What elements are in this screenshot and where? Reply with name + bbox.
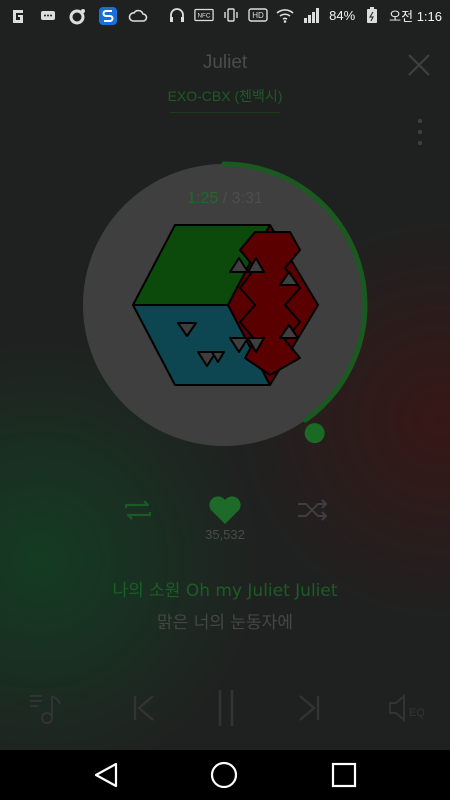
skip-next-icon	[299, 695, 320, 721]
back-button[interactable]	[86, 759, 126, 791]
playlist-icon	[30, 695, 61, 724]
recent-apps-icon	[331, 762, 357, 788]
navigation-bar	[0, 750, 450, 800]
playback-time: 1:25 / 3:31	[0, 190, 450, 208]
svg-text:EQ: EQ	[409, 707, 425, 719]
shuffle-button[interactable]	[292, 496, 332, 524]
home-button[interactable]	[204, 759, 244, 791]
playlist-button[interactable]	[24, 686, 68, 730]
progress-ring	[132, 161, 368, 444]
pause-button[interactable]	[204, 686, 248, 730]
repeat-icon	[124, 500, 152, 520]
heart-icon	[209, 496, 241, 524]
seek-thumb	[304, 423, 325, 444]
shuffle-icon	[298, 499, 328, 521]
album-cube-artwork	[132, 224, 319, 386]
next-button[interactable]	[288, 686, 332, 730]
home-icon	[210, 761, 238, 789]
eq-speaker-icon: EQ	[389, 693, 425, 723]
recent-apps-button[interactable]	[324, 759, 364, 791]
time-separator: /	[222, 190, 228, 207]
equalizer-button[interactable]: EQ	[386, 686, 430, 730]
repeat-button[interactable]	[118, 496, 158, 524]
previous-button[interactable]	[121, 686, 165, 730]
total-time: 3:31	[231, 190, 263, 207]
current-time: 1:25	[187, 190, 219, 207]
lyric-next-line: 맑은 너의 눈동자에	[157, 613, 293, 633]
lyric-current-line: 나의 소원 Oh my Juliet Juliet	[112, 581, 338, 601]
pause-icon	[218, 690, 234, 726]
skip-previous-icon	[133, 695, 154, 721]
like-count: 35,532	[205, 527, 245, 542]
like-button[interactable]	[205, 490, 245, 528]
back-icon	[94, 762, 118, 788]
